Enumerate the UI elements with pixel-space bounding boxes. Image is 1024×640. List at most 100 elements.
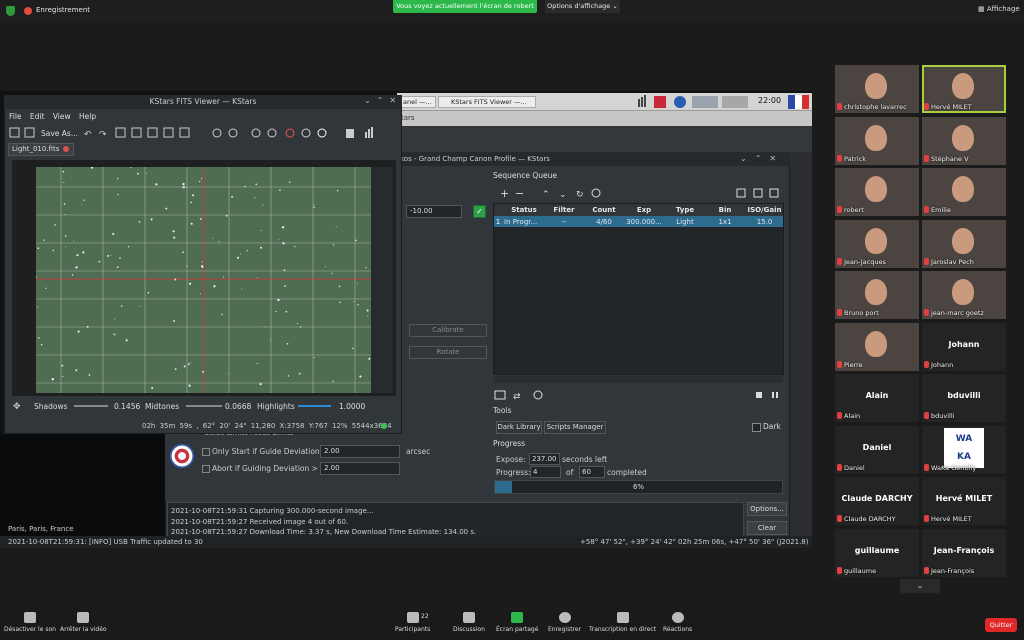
col-iso[interactable]: ISO/Gain bbox=[746, 204, 783, 216]
shield-icon[interactable] bbox=[6, 6, 15, 16]
participant-tile[interactable]: Emilie bbox=[922, 168, 1006, 216]
fits-toolbar[interactable]: Save As... ↶ ↷ bbox=[8, 126, 398, 140]
participants-count: 22 bbox=[421, 613, 429, 620]
table-row[interactable]: 1 In Progr... -- 4/60 300.000... Light 1… bbox=[494, 216, 783, 227]
log-output[interactable]: 2021-10-08T21:59:31 Capturing 300.000-se… bbox=[167, 502, 744, 538]
participant-tile[interactable]: Hervé MILET Hervé MILET bbox=[922, 477, 1006, 525]
log-line: 2021-10-08T21:59:31 Capturing 300.000-se… bbox=[171, 507, 374, 515]
microphone-icon bbox=[23, 612, 36, 623]
horizontal-scrollbar[interactable] bbox=[494, 376, 783, 383]
app-icon bbox=[654, 96, 666, 108]
emoji-icon bbox=[671, 612, 684, 623]
stretch-controls[interactable]: ✥ Shadows 0.1456 Midtones 0.0668 Highlig… bbox=[8, 398, 398, 414]
abort-label: Abort if Guiding Deviation > bbox=[212, 464, 318, 473]
participant-tile[interactable]: Johann Johann bbox=[922, 322, 1006, 371]
only-start-label: Only Start if Guide Deviation < bbox=[212, 447, 329, 456]
sky-map[interactable] bbox=[0, 434, 165, 536]
col-bin[interactable]: Bin bbox=[706, 204, 744, 216]
col-exp[interactable]: Exp bbox=[624, 204, 664, 216]
participant-tile[interactable]: Hervé MILET bbox=[922, 65, 1006, 113]
rotate-button[interactable]: Rotate bbox=[409, 346, 487, 359]
stop-video-button[interactable]: Arrêter la vidéo bbox=[60, 612, 107, 633]
col-type[interactable]: Type bbox=[666, 204, 704, 216]
participant-tile[interactable]: christophe lavarrec bbox=[835, 65, 919, 113]
sequence-toolbar[interactable]: + − ⌃ ⌄ ↻ bbox=[493, 186, 784, 200]
taskbar-task-fits-viewer[interactable]: KStars FITS Viewer —... bbox=[438, 96, 536, 108]
participant-tile[interactable]: Jean-François Jean-François bbox=[922, 528, 1006, 577]
participant-name: jean-marc goetz bbox=[931, 309, 984, 317]
stats-icon bbox=[365, 132, 367, 138]
scripts-manager-button[interactable]: Scripts Manager bbox=[544, 421, 606, 434]
more-participants-button[interactable]: ⌄ bbox=[900, 579, 940, 593]
window-controls[interactable]: ⌄⌃✕ bbox=[740, 154, 784, 163]
participant-tile[interactable]: guillaume guillaume bbox=[835, 528, 919, 577]
reactions-button[interactable]: Réactions bbox=[663, 612, 692, 633]
mask-icon bbox=[346, 129, 354, 138]
mute-button[interactable]: Désactiver le son bbox=[4, 612, 56, 633]
progress-done-field: 4 bbox=[530, 466, 561, 478]
row-status: In Progr... bbox=[504, 218, 538, 226]
participant-tile[interactable]: Daniel Daniel bbox=[835, 425, 919, 474]
participant-tile[interactable]: Claude DARCHY Claude DARCHY bbox=[835, 477, 919, 525]
mute-label: Désactiver le son bbox=[4, 626, 56, 633]
participant-tile[interactable]: Bruno port bbox=[835, 271, 919, 319]
calibrate-button[interactable]: Calibrate bbox=[409, 324, 487, 337]
save-as-icon bbox=[769, 188, 779, 198]
participant-tile[interactable]: robert bbox=[835, 168, 919, 216]
participant-tile[interactable]: Pierre bbox=[835, 322, 919, 371]
tray-icons bbox=[638, 95, 748, 108]
abort-checkbox[interactable] bbox=[202, 465, 210, 473]
clear-button[interactable]: Clear bbox=[747, 521, 787, 535]
only-start-field[interactable]: 2.00 bbox=[320, 445, 400, 458]
dark-label: Dark bbox=[763, 422, 781, 431]
view-options-button[interactable]: Options d'affichage ⌄ bbox=[545, 0, 620, 13]
muted-mic-icon bbox=[924, 412, 929, 419]
sequence-table[interactable] bbox=[493, 203, 784, 375]
muted-mic-icon bbox=[924, 257, 929, 265]
fits-window-controls[interactable]: ⌄⌃✕ bbox=[364, 96, 402, 105]
quit-button[interactable]: Quitter bbox=[985, 618, 1017, 632]
kstars-title: tars bbox=[397, 111, 812, 126]
fits-menu-bar[interactable]: File Edit View Help bbox=[9, 112, 96, 121]
crosshair-icon bbox=[228, 128, 238, 138]
col-status[interactable]: Status bbox=[502, 204, 546, 216]
share-screen-button[interactable]: Écran partagé bbox=[496, 612, 538, 633]
record-button[interactable]: Enregistrer bbox=[548, 612, 581, 633]
participant-video bbox=[865, 330, 887, 357]
participant-tile[interactable]: Stéphane V bbox=[922, 116, 1006, 165]
only-start-checkbox[interactable] bbox=[202, 448, 210, 456]
discussion-button[interactable]: Discussion bbox=[453, 612, 485, 633]
col-filter[interactable]: Filter bbox=[548, 204, 580, 216]
close-tab-icon[interactable] bbox=[63, 146, 69, 152]
participant-tile[interactable]: jean-marc goetz bbox=[922, 271, 1006, 319]
participant-tile[interactable]: Patrick bbox=[835, 116, 919, 165]
capture-controls[interactable]: ⇄ bbox=[493, 388, 784, 402]
shadows-label: Shadows bbox=[34, 402, 68, 411]
check-icon[interactable]: ✓ bbox=[473, 205, 486, 218]
participant-name: Hervé MILET bbox=[931, 515, 972, 523]
muted-mic-icon bbox=[924, 309, 929, 316]
participant-tile[interactable]: bduvilli bduvilli bbox=[922, 374, 1006, 422]
participant-tile[interactable]: Jean-Jacques bbox=[835, 219, 919, 268]
share-banner: Vous voyez actuellement l'écran de rober… bbox=[393, 0, 537, 13]
display-button[interactable]: ▦ Affichage bbox=[978, 5, 1020, 13]
muted-mic-icon bbox=[924, 154, 929, 162]
taskbar-task-panel[interactable]: anel —... bbox=[400, 96, 436, 108]
sequence-queue-label: Sequence Queue bbox=[493, 171, 558, 180]
guide-target-icon bbox=[170, 444, 194, 468]
dark-library-button[interactable]: Dark Library bbox=[496, 421, 542, 434]
options-button[interactable]: Options... bbox=[747, 502, 787, 516]
zoom-out-icon bbox=[147, 127, 158, 138]
participant-tile[interactable]: WA KA WaKa Gentilly bbox=[922, 425, 1006, 474]
language-flag-icon[interactable] bbox=[788, 95, 809, 109]
participant-tile[interactable]: Jaroslav Pech bbox=[922, 219, 1006, 268]
participant-video bbox=[952, 279, 974, 305]
stop-icon bbox=[756, 392, 762, 398]
abort-field[interactable]: 2.00 bbox=[320, 462, 400, 475]
col-count[interactable]: Count bbox=[586, 204, 622, 216]
dark-checkbox[interactable] bbox=[752, 423, 761, 432]
temperature-field[interactable]: -10.00 bbox=[406, 205, 462, 218]
transcript-button[interactable]: Transcription en direct bbox=[589, 612, 656, 633]
highlights-label: Highlights bbox=[257, 402, 295, 411]
participant-tile[interactable]: Alain Alain bbox=[835, 374, 919, 422]
